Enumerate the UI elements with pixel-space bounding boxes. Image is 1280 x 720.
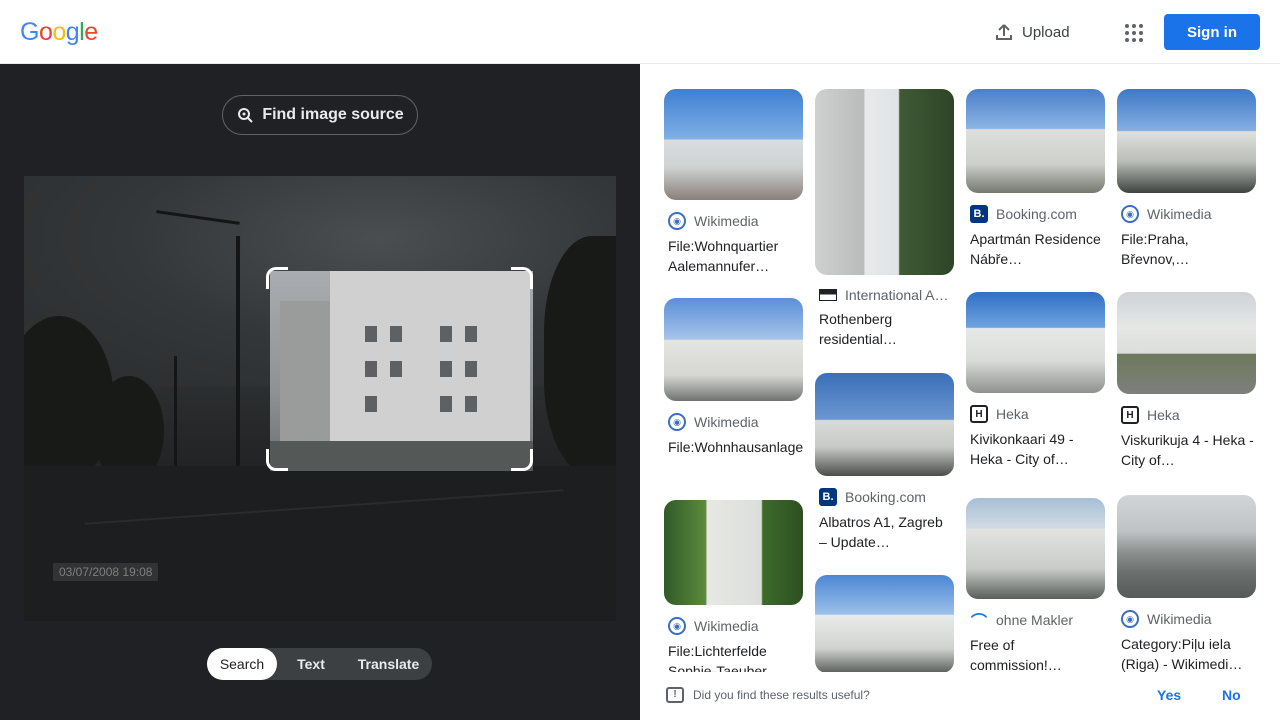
wikimedia-icon: ◉ bbox=[668, 413, 686, 431]
result-card[interactable]: B. Booking.com Apartmán Residence Nábře… bbox=[966, 89, 1105, 269]
feedback-question: Did you find these results useful? bbox=[693, 688, 870, 702]
result-card[interactable]: ◉ Wikimedia File:Praha, Břevnov,… bbox=[1117, 89, 1256, 269]
crop-handle[interactable] bbox=[511, 267, 533, 289]
result-thumbnail[interactable] bbox=[664, 89, 803, 200]
result-card[interactable]: ⌒ ohne Makler Free of commission!… bbox=[966, 498, 1105, 672]
result-source: International A… bbox=[845, 287, 949, 303]
result-title[interactable]: Category:Piļu iela (Riga) - Wikimedi… bbox=[1117, 634, 1256, 672]
crop-handle[interactable] bbox=[511, 449, 533, 471]
result-thumbnail[interactable] bbox=[966, 498, 1105, 599]
logo-letter: G bbox=[20, 18, 39, 46]
upload-button[interactable]: Upload bbox=[984, 14, 1080, 50]
apps-grid-icon[interactable] bbox=[1116, 16, 1148, 48]
result-source: Heka bbox=[1147, 407, 1180, 423]
feedback-bar: ! Did you find these results useful? Yes… bbox=[640, 672, 1280, 720]
result-source: Wikimedia bbox=[1147, 611, 1212, 627]
top-bar: Google Upload Sign in bbox=[0, 0, 1280, 64]
tab-search[interactable]: Search bbox=[207, 648, 277, 680]
result-card[interactable]: B. Booking.com Albatros A1, Zagreb – Upda… bbox=[815, 373, 954, 552]
lens-search-icon bbox=[238, 108, 254, 123]
result-title[interactable]: Viskurikuja 4 - Heka - City of… bbox=[1117, 430, 1256, 470]
result-thumbnail[interactable] bbox=[966, 89, 1105, 193]
result-title[interactable]: File:Lichterfelde Sophie-Taeuber… bbox=[664, 641, 803, 672]
result-card[interactable]: ◉ Wikimedia File:Lichterfelde Sophie-Taeu… bbox=[664, 500, 803, 672]
result-title[interactable]: Apartmán Residence Nábře… bbox=[966, 229, 1105, 269]
result-thumbnail[interactable] bbox=[966, 292, 1105, 393]
heka-icon: H bbox=[1121, 406, 1139, 424]
result-title[interactable]: File:Wohnquartier Aalemannufer… bbox=[664, 236, 803, 276]
google-logo[interactable]: Google bbox=[20, 18, 98, 47]
result-source: Heka bbox=[996, 406, 1029, 422]
result-thumbnail[interactable] bbox=[815, 89, 954, 275]
feedback-no-button[interactable]: No bbox=[1222, 687, 1241, 703]
photo-timestamp: 03/07/2008 19:08 bbox=[53, 563, 159, 581]
result-source: Wikimedia bbox=[694, 213, 759, 229]
tab-translate[interactable]: Translate bbox=[345, 648, 432, 680]
wikimedia-icon: ◉ bbox=[1121, 205, 1139, 223]
feedback-yes-button[interactable]: Yes bbox=[1157, 687, 1181, 703]
international-icon bbox=[819, 289, 837, 301]
logo-letter: o bbox=[52, 18, 66, 46]
result-card[interactable]: H Heka Viskurikuja 4 - Heka - City of… bbox=[1117, 292, 1256, 470]
upload-icon bbox=[996, 24, 1012, 40]
result-source: ohne Makler bbox=[996, 612, 1074, 628]
result-card[interactable]: International A… Rothenberg residential… bbox=[815, 89, 954, 349]
result-title[interactable]: File:Praha, Břevnov,… bbox=[1117, 229, 1256, 269]
wikimedia-icon: ◉ bbox=[668, 617, 686, 635]
mode-tabs: Search Text Translate bbox=[207, 648, 432, 680]
crop-selection[interactable] bbox=[270, 271, 533, 471]
result-thumbnail[interactable] bbox=[1117, 292, 1256, 394]
visual-matches-grid: ◉ Wikimedia File:Wohnquartier Aalemannufe… bbox=[640, 64, 1280, 672]
sign-in-button[interactable]: Sign in bbox=[1164, 14, 1260, 50]
result-thumbnail[interactable] bbox=[664, 298, 803, 401]
result-title[interactable]: File:Wohnhausanlage… bbox=[664, 437, 803, 477]
query-image: 03/07/2008 19:08 bbox=[24, 176, 616, 621]
result-card[interactable]: ◉ Wikimedia Category:Piļu iela (Riga) - W… bbox=[1117, 495, 1256, 672]
result-thumbnail[interactable] bbox=[815, 373, 954, 476]
result-thumbnail[interactable] bbox=[815, 575, 954, 672]
result-source: Wikimedia bbox=[694, 414, 759, 430]
result-card[interactable]: ◉ Wikimedia File:Wohnhausanlage… bbox=[664, 298, 803, 477]
wikimedia-icon: ◉ bbox=[668, 212, 686, 230]
result-card[interactable] bbox=[815, 575, 954, 672]
result-card[interactable]: ◉ Wikimedia File:Wohnquartier Aalemannufe… bbox=[664, 89, 803, 276]
booking-icon: B. bbox=[819, 488, 837, 506]
result-thumbnail[interactable] bbox=[664, 500, 803, 605]
result-card[interactable]: H Heka Kivikonkaari 49 - Heka - City of… bbox=[966, 292, 1105, 469]
image-query-panel: Find image source 03/07/2008 19:08 Searc… bbox=[0, 64, 640, 720]
result-source: Booking.com bbox=[845, 489, 926, 505]
upload-label: Upload bbox=[1022, 23, 1070, 41]
result-source: Wikimedia bbox=[1147, 206, 1212, 222]
feedback-icon: ! bbox=[666, 687, 684, 703]
crop-handle[interactable] bbox=[266, 449, 288, 471]
result-title[interactable]: Albatros A1, Zagreb – Update… bbox=[815, 512, 954, 552]
crop-handle[interactable] bbox=[266, 267, 288, 289]
heka-icon: H bbox=[970, 405, 988, 423]
result-source: Booking.com bbox=[996, 206, 1077, 222]
result-thumbnail[interactable] bbox=[1117, 495, 1256, 598]
result-source: Wikimedia bbox=[694, 618, 759, 634]
tab-text[interactable]: Text bbox=[277, 648, 345, 680]
result-title[interactable]: Free of commission!… bbox=[966, 635, 1105, 672]
logo-letter: g bbox=[65, 18, 80, 46]
result-thumbnail[interactable] bbox=[1117, 89, 1256, 193]
find-source-label: Find image source bbox=[262, 106, 404, 123]
find-image-source-button[interactable]: Find image source bbox=[222, 95, 418, 135]
result-title[interactable]: Rothenberg residential… bbox=[815, 309, 954, 349]
logo-letter: e bbox=[84, 18, 98, 46]
ohne-makler-icon: ⌒ bbox=[970, 614, 987, 629]
result-title[interactable]: Kivikonkaari 49 - Heka - City of… bbox=[966, 429, 1105, 469]
logo-letter: o bbox=[38, 18, 53, 46]
booking-icon: B. bbox=[970, 205, 988, 223]
wikimedia-icon: ◉ bbox=[1121, 610, 1139, 628]
